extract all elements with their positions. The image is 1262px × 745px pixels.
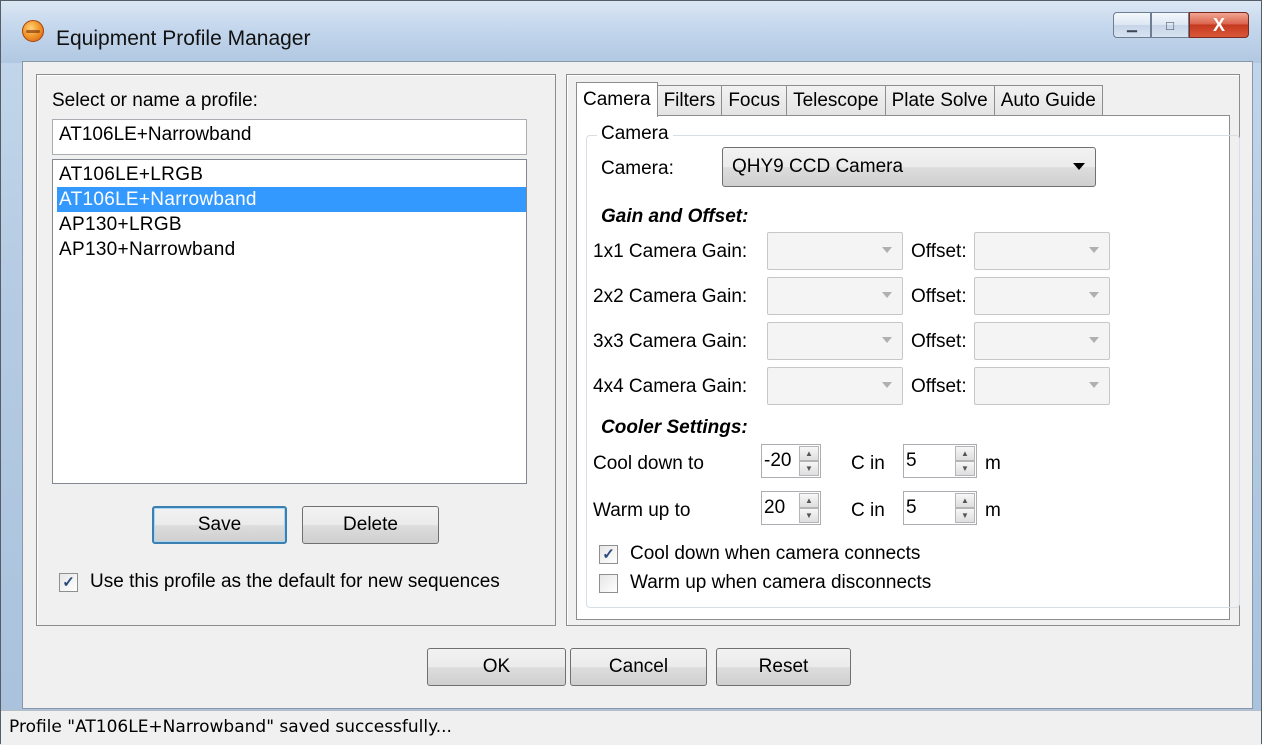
stepper-down-icon[interactable]: ▼ bbox=[955, 508, 975, 523]
stepper-up-icon[interactable]: ▲ bbox=[799, 446, 819, 461]
offset-2x2-label: Offset: bbox=[911, 286, 967, 307]
save-button[interactable]: Save bbox=[152, 506, 287, 544]
warm-up-minutes-stepper[interactable]: 5 ▲ ▼ bbox=[903, 491, 977, 525]
cool-down-minutes-stepper[interactable]: 5 ▲ ▼ bbox=[903, 444, 977, 478]
gain-3x3-label: 3x3 Camera Gain: bbox=[593, 331, 748, 352]
gain-offset-heading: Gain and Offset: bbox=[601, 206, 749, 227]
cooler-settings-heading: Cooler Settings: bbox=[601, 417, 748, 438]
app-icon bbox=[22, 20, 44, 42]
cool-down-temp-value: -20 bbox=[764, 450, 792, 471]
equipment-profile-manager-window: Equipment Profile Manager ▁ □ X Select o… bbox=[0, 0, 1262, 745]
stepper-buttons[interactable]: ▲ ▼ bbox=[955, 446, 975, 476]
warm-on-disconnect-label: Warm up when camera disconnects bbox=[630, 572, 932, 593]
cool-down-label: Cool down to bbox=[593, 453, 704, 474]
maximize-button[interactable]: □ bbox=[1151, 12, 1189, 38]
gain-1x1-select[interactable] bbox=[767, 232, 903, 270]
cancel-button[interactable]: Cancel bbox=[570, 648, 707, 686]
tab-focus[interactable]: Focus bbox=[721, 85, 788, 116]
stepper-up-icon[interactable]: ▲ bbox=[955, 493, 975, 508]
chevron-down-icon bbox=[882, 247, 892, 253]
reset-button[interactable]: Reset bbox=[716, 648, 851, 686]
default-profile-label: Use this profile as the default for new … bbox=[90, 571, 500, 592]
stepper-up-icon[interactable]: ▲ bbox=[955, 446, 975, 461]
cool-down-temp-unit: C in bbox=[851, 453, 885, 474]
status-message: Profile "AT106LE+Narrowband" saved succe… bbox=[9, 717, 452, 737]
gain-4x4-select[interactable] bbox=[767, 367, 903, 405]
gain-1x1-label: 1x1 Camera Gain: bbox=[593, 241, 748, 262]
gain-4x4-label: 4x4 Camera Gain: bbox=[593, 376, 748, 397]
tab-telescope[interactable]: Telescope bbox=[786, 85, 886, 116]
profile-list-item[interactable]: AP130+Narrowband bbox=[57, 237, 526, 262]
profile-name-input[interactable]: AT106LE+Narrowband bbox=[52, 119, 527, 155]
delete-button[interactable]: Delete bbox=[302, 506, 439, 544]
warm-up-minutes-unit: m bbox=[985, 500, 1001, 521]
warm-up-temp-stepper[interactable]: 20 ▲ ▼ bbox=[761, 491, 821, 525]
offset-1x1-select[interactable] bbox=[974, 232, 1110, 270]
stepper-buttons[interactable]: ▲ ▼ bbox=[799, 493, 819, 523]
tab-filters[interactable]: Filters bbox=[656, 85, 723, 116]
dialog-client-area: Select or name a profile: AT106LE+Narrow… bbox=[22, 61, 1253, 709]
gain-3x3-select[interactable] bbox=[767, 322, 903, 360]
stepper-down-icon[interactable]: ▼ bbox=[799, 508, 819, 523]
chevron-down-icon bbox=[1089, 337, 1099, 343]
chevron-down-icon bbox=[1089, 382, 1099, 388]
cool-on-connect-label: Cool down when camera connects bbox=[630, 543, 921, 564]
default-profile-checkbox-row[interactable]: ✓ Use this profile as the default for ne… bbox=[59, 571, 500, 593]
chevron-down-icon bbox=[882, 292, 892, 298]
warm-on-disconnect-row[interactable]: Warm up when camera disconnects bbox=[599, 572, 931, 594]
chevron-down-icon bbox=[1089, 247, 1099, 253]
chevron-down-icon bbox=[882, 382, 892, 388]
gain-2x2-label: 2x2 Camera Gain: bbox=[593, 286, 748, 307]
offset-2x2-select[interactable] bbox=[974, 277, 1110, 315]
offset-3x3-label: Offset: bbox=[911, 331, 967, 352]
cool-down-minutes-value: 5 bbox=[906, 450, 917, 471]
stepper-down-icon[interactable]: ▼ bbox=[799, 461, 819, 476]
stepper-up-icon[interactable]: ▲ bbox=[799, 493, 819, 508]
default-profile-checkbox[interactable]: ✓ bbox=[59, 572, 78, 592]
cool-down-temp-stepper[interactable]: -20 ▲ ▼ bbox=[761, 444, 821, 478]
offset-4x4-label: Offset: bbox=[911, 376, 967, 397]
close-button[interactable]: X bbox=[1189, 12, 1249, 38]
cool-on-connect-row[interactable]: ✓ Cool down when camera connects bbox=[599, 543, 920, 565]
window-title: Equipment Profile Manager bbox=[56, 27, 311, 50]
camera-tab-page: Camera Camera: QHY9 CCD Camera Gain and … bbox=[576, 115, 1240, 620]
camera-select-value: QHY9 CCD Camera bbox=[732, 156, 904, 177]
profile-list-item-selected[interactable]: AT106LE+Narrowband bbox=[57, 187, 526, 212]
gain-2x2-select[interactable] bbox=[767, 277, 903, 315]
profile-list-item[interactable]: AT106LE+LRGB bbox=[57, 162, 526, 187]
title-bar[interactable]: Equipment Profile Manager ▁ □ X bbox=[1, 1, 1261, 63]
cool-down-minutes-unit: m bbox=[985, 453, 1001, 474]
minimize-button[interactable]: ▁ bbox=[1113, 12, 1151, 38]
camera-group-title: Camera bbox=[597, 123, 673, 145]
profile-prompt-label: Select or name a profile: bbox=[52, 90, 258, 111]
profile-panel: Select or name a profile: AT106LE+Narrow… bbox=[36, 74, 556, 626]
tab-auto-guide[interactable]: Auto Guide bbox=[993, 85, 1103, 116]
offset-4x4-select[interactable] bbox=[974, 367, 1110, 405]
chevron-down-icon bbox=[1073, 163, 1085, 170]
tab-camera[interactable]: Camera bbox=[576, 82, 658, 117]
window-controls: ▁ □ X bbox=[1113, 12, 1249, 38]
stepper-buttons[interactable]: ▲ ▼ bbox=[955, 493, 975, 523]
camera-label: Camera: bbox=[601, 158, 674, 179]
ok-button[interactable]: OK bbox=[427, 648, 566, 686]
chevron-down-icon bbox=[882, 337, 892, 343]
warm-on-disconnect-checkbox[interactable] bbox=[599, 573, 618, 593]
profile-list-item[interactable]: AP130+LRGB bbox=[57, 212, 526, 237]
warm-up-minutes-value: 5 bbox=[906, 497, 917, 518]
offset-1x1-label: Offset: bbox=[911, 241, 967, 262]
stepper-buttons[interactable]: ▲ ▼ bbox=[799, 446, 819, 476]
settings-panel: Camera Filters Focus Telescope Plate Sol… bbox=[566, 74, 1240, 626]
status-bar: Profile "AT106LE+Narrowband" saved succe… bbox=[1, 710, 1261, 745]
profile-list[interactable]: AT106LE+LRGB AT106LE+Narrowband AP130+LR… bbox=[52, 159, 527, 484]
warm-up-temp-value: 20 bbox=[764, 497, 786, 518]
tab-plate-solve[interactable]: Plate Solve bbox=[884, 85, 995, 116]
settings-tabs: Camera Filters Focus Telescope Plate Sol… bbox=[576, 81, 1103, 117]
stepper-down-icon[interactable]: ▼ bbox=[955, 461, 975, 476]
offset-3x3-select[interactable] bbox=[974, 322, 1110, 360]
camera-select[interactable]: QHY9 CCD Camera bbox=[722, 147, 1096, 187]
warm-up-label: Warm up to bbox=[593, 500, 691, 521]
warm-up-temp-unit: C in bbox=[851, 500, 885, 521]
cool-on-connect-checkbox[interactable]: ✓ bbox=[599, 544, 618, 564]
chevron-down-icon bbox=[1089, 292, 1099, 298]
